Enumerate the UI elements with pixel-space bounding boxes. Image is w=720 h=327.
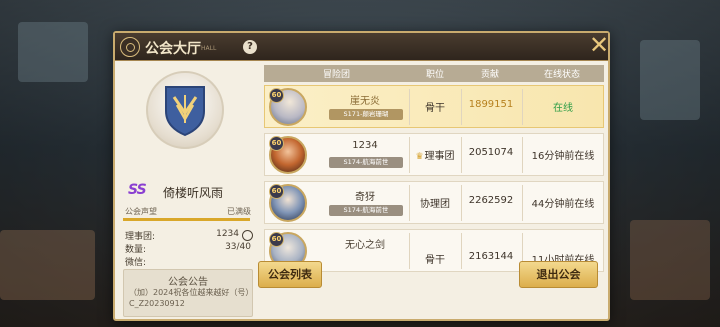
- level-badge: 60: [269, 184, 284, 199]
- reputation-row: 公会声望 已满级: [123, 205, 251, 219]
- member-name: 奇犽: [355, 192, 375, 203]
- member-role: 骨干: [425, 103, 445, 114]
- member-role: 骨干: [425, 255, 445, 266]
- table-header: 冒险团 职位 贡献 在线状态: [264, 65, 604, 82]
- crown-icon: ♛: [415, 152, 424, 162]
- stat-wechat: 微信:: [125, 255, 251, 268]
- help-icon[interactable]: ?: [243, 40, 257, 54]
- member-contribution: 2051074: [468, 147, 514, 158]
- level-badge: 60: [269, 232, 284, 247]
- shield-icon: [165, 86, 205, 137]
- member-contribution: 2262592: [468, 195, 514, 206]
- member-status: 在线: [553, 103, 573, 114]
- member-status: 44分钟前在线: [531, 199, 595, 210]
- guild-hall-icon: [120, 37, 140, 57]
- table-row[interactable]: 60 奇犽 S174-航海前世 协理团 2262592 44分钟前在线: [264, 181, 604, 224]
- stat-members: 数量: 33/40: [125, 242, 251, 255]
- dialog-title: 公会大厅: [145, 41, 201, 57]
- member-contribution: 2163144: [468, 251, 514, 262]
- guild-list-button[interactable]: 公会列表: [258, 261, 322, 288]
- stat-council-value: 1234: [216, 229, 239, 239]
- notice-body: （加）2024祝各位越来越好（号）C_Z20230912: [129, 288, 250, 308]
- member-status: 16分钟前在线: [531, 151, 595, 162]
- level-badge: 60: [269, 136, 284, 151]
- notice-title: 公会公告: [168, 277, 208, 288]
- reputation-label: 公会声望: [125, 207, 157, 216]
- stat-wechat-label: 微信:: [125, 258, 147, 268]
- level-badge: 60: [269, 88, 284, 103]
- guild-name: 倚楼听风雨: [163, 186, 224, 200]
- header-contribution: 贡献: [480, 70, 499, 80]
- dialog-subtitle: HALL: [201, 45, 217, 52]
- background-building: [18, 22, 88, 82]
- header-status: 在线状态: [543, 70, 580, 80]
- guild-info-panel: SS 倚楼听风雨 公会声望 已满级 理事团: 1234 数量: 33/40 微信…: [119, 63, 253, 319]
- member-table[interactable]: 冒险团 职位 贡献 在线状态 60 崖无炎 S171-颠岩珊瑚 骨干 18991…: [264, 65, 604, 283]
- server-tag: S174-航海前世: [329, 205, 403, 216]
- header-role: 职位: [425, 70, 444, 80]
- reputation-bar: [123, 218, 250, 221]
- stat-members-label: 数量:: [125, 245, 147, 255]
- background-building: [630, 220, 710, 300]
- stat-members-value: 33/40: [225, 242, 251, 252]
- reputation-value: 已满级: [227, 207, 251, 216]
- background-building: [0, 230, 95, 300]
- guild-hall-dialog: 公会大厅 HALL ? ✕ SS 倚楼听风雨 公会声望 已满级 理事团: 123…: [113, 31, 610, 321]
- guild-name-row: SS 倚楼听风雨: [125, 181, 253, 203]
- close-icon[interactable]: ✕: [587, 33, 611, 57]
- leave-guild-button[interactable]: 退出公会: [519, 261, 598, 288]
- header-team: 冒险团: [322, 70, 350, 80]
- table-row[interactable]: 60 1234 S174-航海前世 ♛理事团 2051074 16分钟前在线: [264, 133, 604, 176]
- guild-notice: 公会公告 （加）2024祝各位越来越好（号）C_Z20230912: [123, 269, 253, 317]
- search-icon[interactable]: [242, 230, 253, 241]
- member-role-cell: ♛理事团: [410, 147, 460, 162]
- reputation-fill: [123, 218, 250, 221]
- member-role: 协理团: [420, 199, 450, 210]
- guild-emblem: [146, 71, 224, 149]
- table-row[interactable]: 60 崖无炎 S171-颠岩珊瑚 骨干 1899151 在线: [264, 85, 604, 128]
- title-bar: 公会大厅 HALL ?: [115, 33, 608, 61]
- stat-council: 理事团: 1234: [125, 229, 253, 242]
- member-name: 1234: [352, 140, 378, 151]
- server-tag: S174-航海前世: [329, 157, 403, 168]
- member-name: 无心之剑: [345, 240, 385, 251]
- member-name: 崖无炎: [350, 96, 380, 107]
- server-tag: S171-颠岩珊瑚: [329, 109, 403, 120]
- guild-tier-badge: SS: [128, 182, 147, 198]
- stat-council-label: 理事团:: [125, 232, 156, 242]
- member-contribution: 1899151: [468, 99, 514, 110]
- member-role: 理事团: [424, 151, 455, 162]
- background-building: [640, 40, 700, 120]
